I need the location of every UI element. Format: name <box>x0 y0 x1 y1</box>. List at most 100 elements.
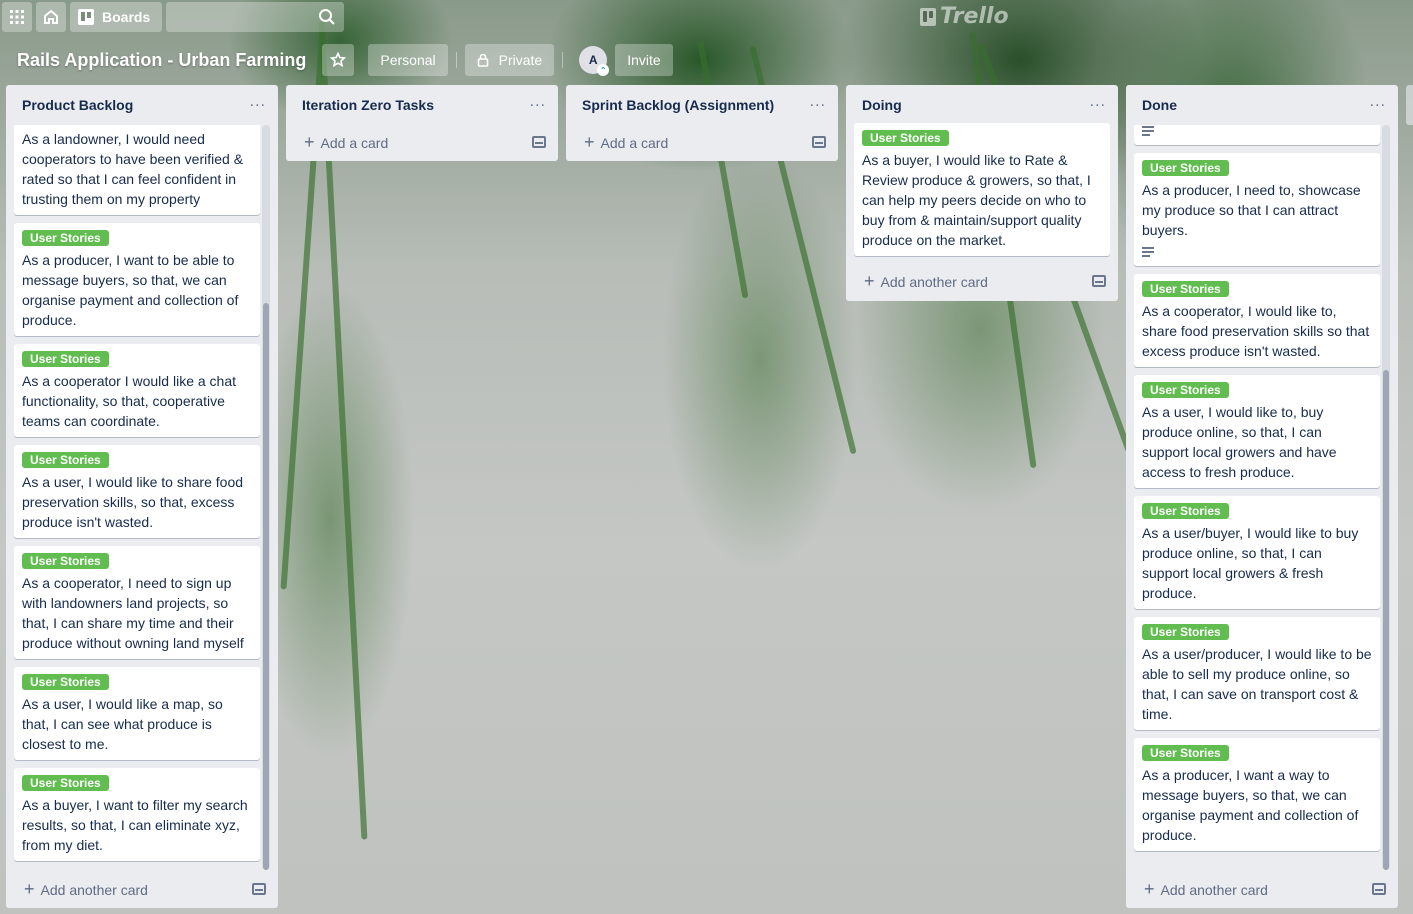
invite-button[interactable]: Invite <box>615 44 673 76</box>
card[interactable]: User Stories As a producer, I want a way… <box>1134 738 1380 851</box>
scrollbar-thumb[interactable] <box>1383 370 1389 870</box>
list-header: Sprint Backlog (Assignment) ... <box>566 85 838 125</box>
list-header: Product Backlog ... <box>6 85 278 125</box>
card-label: User Stories <box>1142 624 1229 640</box>
card[interactable]: User Stories As a producer, I need to, s… <box>1134 153 1380 266</box>
team-button[interactable]: Personal <box>368 44 448 76</box>
card-title: As a cooperator, I would like to, share … <box>1142 303 1370 359</box>
list-header: Done ... <box>1126 85 1398 125</box>
card[interactable]: User Stories As a cooperator I would lik… <box>14 344 260 437</box>
scrollbar[interactable] <box>262 125 270 870</box>
card-label: User Stories <box>22 775 109 791</box>
card[interactable]: User Stories As a buyer, I would like to… <box>854 123 1110 256</box>
boards-button[interactable]: Boards <box>70 2 163 32</box>
card-template-icon[interactable] <box>1372 883 1386 895</box>
add-card-label: Add another card <box>40 881 148 898</box>
team-label: Personal <box>380 52 436 68</box>
more-icon[interactable]: ... <box>1370 94 1386 113</box>
avatar[interactable]: A ⌃ <box>579 46 610 76</box>
card[interactable]: User Stories As a user/buyer, I would li… <box>1134 496 1380 609</box>
list-title[interactable]: Iteration Zero Tasks <box>302 97 434 113</box>
card-label: User Stories <box>1142 382 1229 398</box>
list-title[interactable]: Product Backlog <box>22 97 133 113</box>
add-card-button[interactable]: + Add a card <box>566 125 838 159</box>
list-sprint-backlog: Sprint Backlog (Assignment) ... + Add a c… <box>566 85 838 161</box>
add-card-label: Add a card <box>320 134 389 151</box>
card-template-icon[interactable] <box>252 883 266 895</box>
card-list: User Stories As a buyer, I would like to… <box>846 123 1118 264</box>
admin-chevron-icon: ⌃ <box>597 64 610 76</box>
board-title[interactable]: Rails Application - Urban Farming <box>17 50 306 71</box>
list-title[interactable]: Doing <box>862 97 902 113</box>
card-list: User Stories As a producer, I need to, s… <box>1126 125 1398 870</box>
card-title: As a user, I would like to share food pr… <box>22 474 244 530</box>
card[interactable]: User Stories As a buyer, I want to filte… <box>14 768 260 861</box>
card[interactable]: User Stories As a producer, I want to be… <box>14 223 260 336</box>
logo-text: Trello <box>940 4 1009 29</box>
visibility-label: Private <box>498 52 543 68</box>
card[interactable]: As a landowner, I would need cooperators… <box>14 125 260 215</box>
card-title: As a producer, I need to, showcase my pr… <box>1142 182 1361 238</box>
card-title: As a buyer, I want to filter my search r… <box>22 797 248 853</box>
list-title[interactable]: Done <box>1142 97 1177 113</box>
card-label: User Stories <box>22 230 109 246</box>
add-card-button[interactable]: + Add a card <box>286 125 558 159</box>
plus-icon: + <box>864 270 875 291</box>
apps-menu-button[interactable] <box>2 2 32 32</box>
card-template-icon[interactable] <box>812 136 826 148</box>
list-iteration-zero-tasks: Iteration Zero Tasks ... + Add a card <box>286 85 558 161</box>
card[interactable]: User Stories As a user, I would like to … <box>14 445 260 538</box>
card-label: User Stories <box>1142 503 1229 519</box>
home-button[interactable] <box>36 2 66 32</box>
card-title: As a user, I would like to, buy produce … <box>1142 404 1337 480</box>
description-icon <box>1142 247 1154 257</box>
card-title: As a cooperator, I need to sign up with … <box>22 575 244 651</box>
card-list: As a landowner, I would need cooperators… <box>6 125 278 870</box>
more-icon[interactable]: ... <box>250 94 266 113</box>
more-icon[interactable]: ... <box>530 94 546 113</box>
add-card-label: Add a card <box>600 134 669 151</box>
star-button[interactable] <box>322 44 355 76</box>
visibility-button[interactable]: Private <box>464 44 555 76</box>
card-title: As a user/buyer, I would like to buy pro… <box>1142 525 1359 601</box>
trello-logo[interactable]: Trello <box>920 4 1009 29</box>
card-title: As a user, I would like a map, so that, … <box>22 696 223 752</box>
card[interactable]: User Stories As a user, I would like to,… <box>1134 375 1380 488</box>
card[interactable] <box>1134 125 1380 145</box>
add-card-label: Add another card <box>1160 881 1268 898</box>
add-card-button[interactable]: + Add another card <box>846 264 1118 298</box>
add-card-label: Add another card <box>880 273 988 290</box>
card[interactable]: User Stories As a cooperator, I would li… <box>1134 274 1380 367</box>
avatar-initial: A <box>588 53 598 67</box>
card-template-icon[interactable] <box>532 136 546 148</box>
more-icon[interactable]: ... <box>810 94 826 113</box>
card-title: As a producer, I want to be able to mess… <box>22 252 239 328</box>
card-label: User Stories <box>1142 745 1229 761</box>
card-badges <box>1142 125 1372 139</box>
add-card-button[interactable]: + Add another card <box>6 870 278 908</box>
star-icon <box>330 52 347 68</box>
card-label: User Stories <box>22 674 109 690</box>
card-badges <box>1142 244 1372 260</box>
card-label: User Stories <box>1142 281 1229 297</box>
search-icon <box>319 9 335 25</box>
list-header: Iteration Zero Tasks ... <box>286 85 558 125</box>
scrollbar-thumb[interactable] <box>263 303 269 870</box>
list-product-backlog: Product Backlog ... As a landowner, I wo… <box>6 85 278 908</box>
home-icon <box>44 9 58 24</box>
card[interactable]: User Stories As a cooperator, I need to … <box>14 546 260 659</box>
search-input[interactable] <box>166 2 345 32</box>
card[interactable]: User Stories As a user/producer, I would… <box>1134 617 1380 730</box>
card[interactable]: User Stories As a user, I would like a m… <box>14 667 260 760</box>
board-header: Rails Application - Urban Farming Person… <box>0 42 673 78</box>
divider <box>455 52 457 68</box>
add-card-button[interactable]: + Add another card <box>1126 870 1398 908</box>
card-title: As a landowner, I would need cooperators… <box>22 131 244 207</box>
scrollbar[interactable] <box>1382 125 1390 870</box>
trello-logo-icon <box>920 7 936 26</box>
card-label: User Stories <box>22 452 109 468</box>
list-title[interactable]: Sprint Backlog (Assignment) <box>582 97 774 113</box>
card-template-icon[interactable] <box>1092 275 1106 287</box>
more-icon[interactable]: ... <box>1090 94 1106 113</box>
grid-icon <box>10 10 24 24</box>
